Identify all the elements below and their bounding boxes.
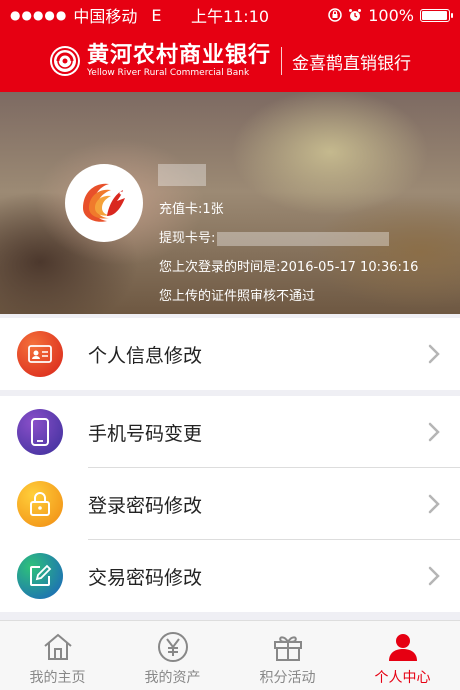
- tab-label-home: 我的主页: [29, 670, 86, 686]
- card-number-redacted: [217, 231, 390, 246]
- menu-group-security: 手机号码变更 登录密码修改 交易密码修改: [0, 396, 460, 612]
- chevron-right-icon: [428, 422, 440, 442]
- user-name-redacted: [158, 164, 206, 186]
- app-header: 黄河农村商业银行 Yellow River Rural Commercial B…: [0, 30, 460, 92]
- yuan-icon: [157, 632, 188, 662]
- magpie-logo-icon: [83, 183, 125, 222]
- phone-icon: [17, 409, 63, 455]
- tab-label-points: 积分活动: [259, 670, 316, 686]
- menu-item-personal-info[interactable]: 个人信息修改: [0, 318, 460, 390]
- carrier-name: 中国移动: [73, 7, 138, 26]
- bank-name-cn: 黄河农村商业银行: [86, 42, 271, 68]
- last-login-info: 您上次登录的时间是:2016-05-17 10:36:16: [159, 260, 419, 275]
- chevron-right-icon: [428, 494, 440, 514]
- network-type: E: [151, 5, 162, 25]
- menu-group-profile: 个人信息修改: [0, 318, 460, 390]
- menu-label-trade-password: 交易密码修改: [88, 566, 203, 589]
- withdraw-card-label: 提现卡号:: [159, 231, 216, 246]
- battery-level: [422, 10, 447, 20]
- chevron-right-icon: [428, 344, 440, 364]
- menu-item-phone-change[interactable]: 手机号码变更: [0, 396, 460, 468]
- menu-item-trade-password[interactable]: 交易密码修改: [0, 540, 460, 612]
- edit-icon: [17, 553, 63, 599]
- tab-label-assets: 我的资产: [144, 670, 201, 686]
- tab-assets[interactable]: 我的资产: [115, 621, 230, 690]
- status-bar: ●●●●● 中国移动 E 上午11:10 100%: [0, 0, 460, 30]
- bank-logo-icon: [49, 46, 80, 76]
- menu-label-phone-change: 手机号码变更: [88, 422, 203, 445]
- bottom-tab-bar: 我的主页 我的资产 积分活动 个人中心: [0, 620, 460, 690]
- rotation-lock-icon: [328, 8, 342, 22]
- tab-label-profile: 个人中心: [374, 670, 431, 686]
- signal-strength-icon: ●●●●●: [10, 8, 68, 22]
- id-card-icon: [17, 331, 63, 377]
- avatar[interactable]: [65, 164, 143, 242]
- person-icon: [388, 634, 417, 661]
- id-photo-status: 您上传的证件照审核不通过: [159, 289, 316, 304]
- bank-name-en: Yellow River Rural Commercial Bank: [86, 68, 250, 78]
- menu-label-personal-info: 个人信息修改: [88, 344, 203, 367]
- header-subtitle: 金喜鹊直销银行: [292, 53, 411, 74]
- home-icon: [43, 633, 72, 660]
- tab-profile[interactable]: 个人中心: [345, 621, 460, 690]
- recharge-card-info: 充值卡:1张: [159, 202, 224, 217]
- menu-label-login-password: 登录密码修改: [88, 494, 203, 517]
- chevron-right-icon: [428, 566, 440, 586]
- header-divider: [281, 47, 282, 75]
- tab-home[interactable]: 我的主页: [0, 621, 115, 690]
- profile-banner: 充值卡:1张 提现卡号: 您上次登录的时间是:2016-05-17 10:36:…: [0, 92, 460, 314]
- tab-points[interactable]: 积分活动: [230, 621, 345, 690]
- battery-percent: 100%: [368, 5, 414, 25]
- withdraw-card-info: 提现卡号:: [159, 227, 390, 246]
- alarm-icon: [348, 8, 362, 22]
- battery-icon: [420, 8, 453, 22]
- menu-item-login-password[interactable]: 登录密码修改: [0, 468, 460, 540]
- lock-icon: [17, 481, 63, 527]
- gift-icon: [273, 636, 302, 661]
